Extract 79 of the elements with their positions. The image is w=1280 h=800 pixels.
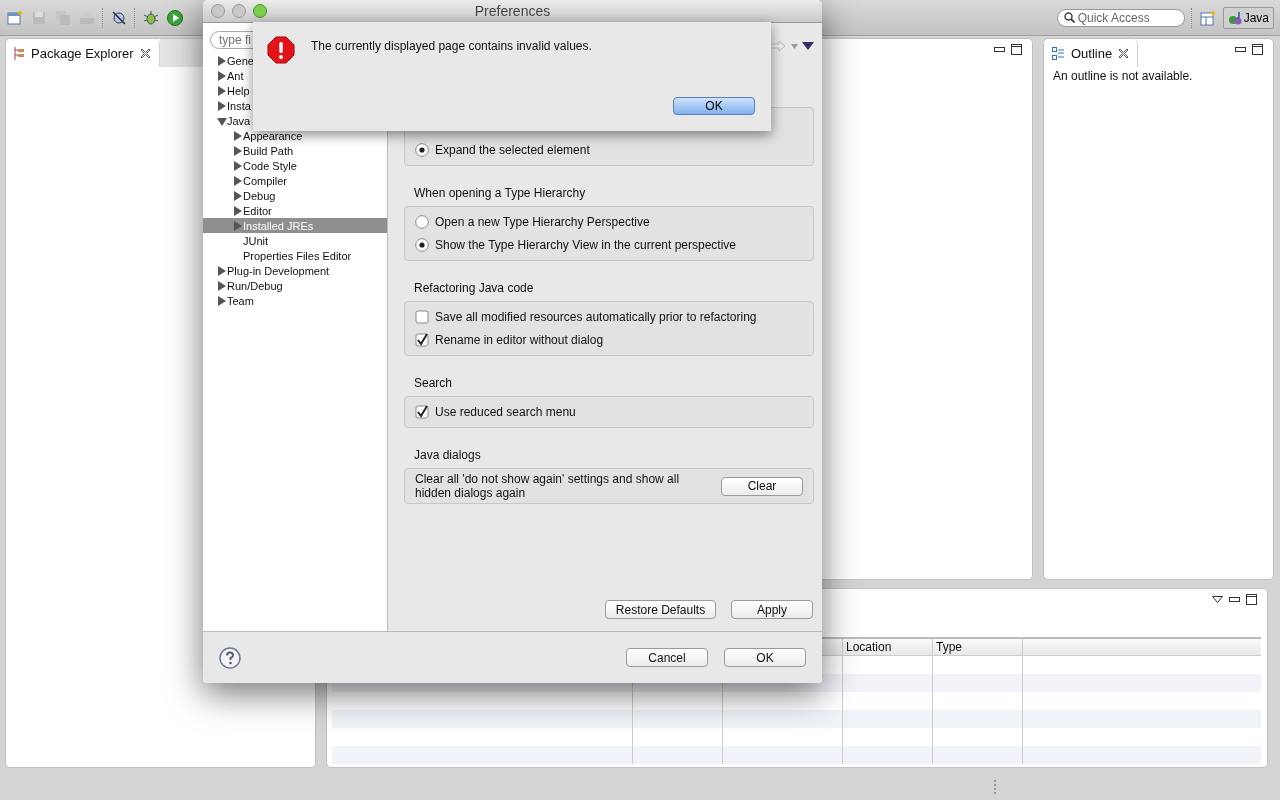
java-perspective-button[interactable]: Java — [1222, 6, 1274, 29]
restore-defaults-button[interactable]: Restore Defaults — [605, 600, 716, 619]
collapsed-triangle-icon[interactable] — [233, 205, 243, 216]
group-title: Java dialogs — [413, 448, 482, 462]
tree-item[interactable]: Run/Debug — [203, 278, 387, 293]
minimize-icon[interactable] — [994, 46, 1005, 53]
view-menu-icon[interactable] — [1212, 596, 1223, 603]
option-label: Open a new Type Hierarchy Perspective — [435, 215, 650, 229]
quick-access-field[interactable]: Quick Access — [1056, 8, 1185, 27]
column-header[interactable]: Type — [933, 639, 1023, 655]
outline-message: An outline is not available. — [1052, 68, 1194, 85]
radio-button[interactable] — [415, 143, 429, 157]
bug-icon[interactable] — [142, 8, 160, 27]
expanded-triangle-icon[interactable] — [217, 115, 227, 126]
maximize-icon[interactable] — [1011, 44, 1022, 55]
tree-item[interactable]: Build Path — [203, 143, 387, 158]
alert-message: The currently displayed page contains invalid values. — [311, 38, 593, 53]
group-title: Refactoring Java code — [413, 281, 535, 295]
java-perspective-icon — [1227, 10, 1242, 25]
collapsed-triangle-icon[interactable] — [217, 280, 227, 291]
cancel-button[interactable]: Cancel — [626, 648, 708, 667]
tree-item[interactable]: Appearance — [203, 128, 387, 143]
clear-button[interactable]: Clear — [721, 476, 803, 496]
ok-button[interactable]: OK — [724, 648, 806, 667]
outline-icon — [1052, 46, 1065, 60]
checkbox[interactable] — [415, 333, 429, 347]
collapsed-triangle-icon[interactable] — [233, 130, 243, 141]
collapsed-triangle-icon[interactable] — [233, 175, 243, 186]
search-icon — [1063, 12, 1075, 23]
package-explorer-tab[interactable]: Package Explorer — [6, 39, 160, 67]
tree-item[interactable]: Editor — [203, 203, 387, 218]
option-label: Expand the selected element — [435, 143, 590, 157]
collapsed-triangle-icon[interactable] — [233, 190, 243, 201]
checkbox[interactable] — [415, 405, 429, 419]
maximize-icon[interactable] — [1246, 594, 1257, 605]
close-icon[interactable] — [1118, 47, 1130, 59]
window-title: Preferences — [473, 3, 552, 19]
option-label: Use reduced search menu — [435, 405, 576, 419]
open-perspective-icon[interactable] — [1198, 8, 1217, 27]
collapsed-triangle-icon[interactable] — [233, 145, 243, 156]
description-text: Clear all 'do not show again' settings and show all hidden dialogs again — [415, 472, 681, 500]
minimize-icon[interactable] — [1229, 596, 1240, 603]
collapsed-triangle-icon[interactable] — [217, 55, 227, 66]
collapsed-triangle-icon[interactable] — [217, 100, 227, 111]
column-header[interactable]: Location — [843, 639, 933, 655]
tree-item[interactable]: Code Style — [203, 158, 387, 173]
skip-breakpoints-icon[interactable] — [110, 8, 128, 27]
collapsed-triangle-icon[interactable] — [217, 85, 227, 96]
help-icon[interactable] — [219, 646, 241, 669]
ok-button[interactable]: OK — [673, 97, 755, 115]
close-icon[interactable] — [139, 47, 151, 59]
checkbox[interactable] — [415, 310, 429, 324]
tree-item[interactable]: Compiler — [203, 173, 387, 188]
apply-button[interactable]: Apply — [731, 600, 813, 619]
collapsed-triangle-icon[interactable] — [217, 265, 227, 276]
error-icon — [267, 36, 295, 64]
radio-button[interactable] — [415, 215, 429, 229]
collapsed-triangle-icon[interactable] — [217, 70, 227, 81]
maximize-icon[interactable] — [1252, 44, 1263, 55]
radio-button[interactable] — [415, 238, 429, 252]
tree-item[interactable]: Debug — [203, 188, 387, 203]
option-label: Show the Type Hierarchy View in the current perspective — [435, 238, 737, 252]
tree-item[interactable]: Team — [203, 293, 387, 308]
tree-item[interactable]: Properties Files Editor — [203, 248, 387, 263]
menu-caret-icon[interactable] — [802, 42, 814, 50]
run-icon[interactable] — [166, 8, 184, 27]
collapsed-triangle-icon[interactable] — [233, 160, 243, 171]
option-label: Rename in editor without dialog — [435, 333, 604, 347]
collapsed-triangle-icon[interactable] — [217, 295, 227, 306]
tree-item[interactable]: Plug-in Development — [203, 263, 387, 278]
outline-tab[interactable]: Outline — [1044, 39, 1139, 67]
tree-item[interactable]: JUnit — [203, 233, 387, 248]
zoom-window-button[interactable] — [253, 4, 267, 18]
option-label: Save all modified resources automatically prior to refactoring — [435, 310, 757, 324]
group-title: When opening a Type Hierarchy — [413, 186, 587, 200]
new-icon[interactable] — [6, 8, 24, 27]
package-icon — [14, 46, 25, 60]
minimize-icon[interactable] — [1235, 46, 1246, 53]
group-title: Search — [413, 376, 454, 390]
